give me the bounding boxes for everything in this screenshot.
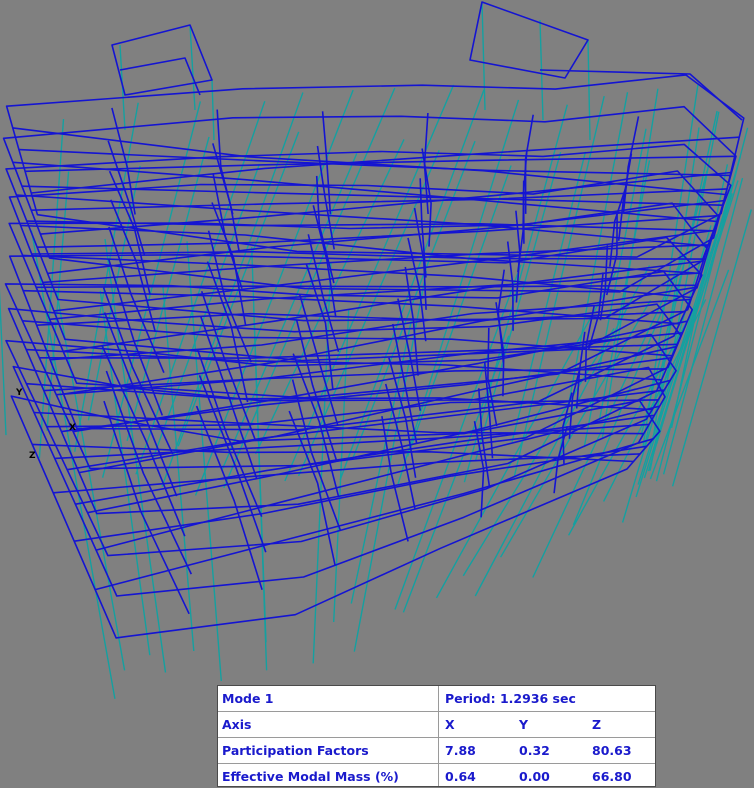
participation-row: Participation Factors 7.88 0.32 80.63 xyxy=(218,738,655,764)
axis-label-y: Y xyxy=(16,388,23,398)
participation-label: Participation Factors xyxy=(222,743,369,758)
axis-x-header: X xyxy=(445,717,455,732)
modal-mass-x-value: 0.64 xyxy=(445,769,476,784)
modal-mass-row: Effective Modal Mass (%) 0.64 0.00 66.80 xyxy=(218,764,655,788)
floor-frame-lines xyxy=(2,1,745,639)
participation-x-value: 7.88 xyxy=(445,743,476,758)
participation-y-value: 0.32 xyxy=(519,743,550,758)
period-value: Period: 1.2936 sec xyxy=(445,691,576,706)
axis-label: Axis xyxy=(222,717,252,732)
axis-y-header: Y xyxy=(519,717,529,732)
mode-label: Mode 1 xyxy=(222,691,274,706)
axis-z-header: Z xyxy=(592,717,602,732)
axis-row: Axis X Y Z xyxy=(218,712,655,738)
mode-row: Mode 1 Period: 1.2936 sec xyxy=(218,686,655,712)
modal-mass-label: Effective Modal Mass (%) xyxy=(222,769,399,784)
axis-label-x: X xyxy=(69,423,76,433)
structural-model-drawing xyxy=(0,1,752,699)
participation-z-value: 80.63 xyxy=(592,743,632,758)
model-viewport[interactable]: Y X Z xyxy=(0,0,754,787)
axis-label-z: Z xyxy=(29,451,36,461)
column-lines xyxy=(0,1,752,699)
mode-shape-info-table: Mode 1 Period: 1.2936 sec Axis X Y Z Par… xyxy=(217,685,656,787)
modal-mass-z-value: 66.80 xyxy=(592,769,632,784)
modal-mass-y-value: 0.00 xyxy=(519,769,550,784)
